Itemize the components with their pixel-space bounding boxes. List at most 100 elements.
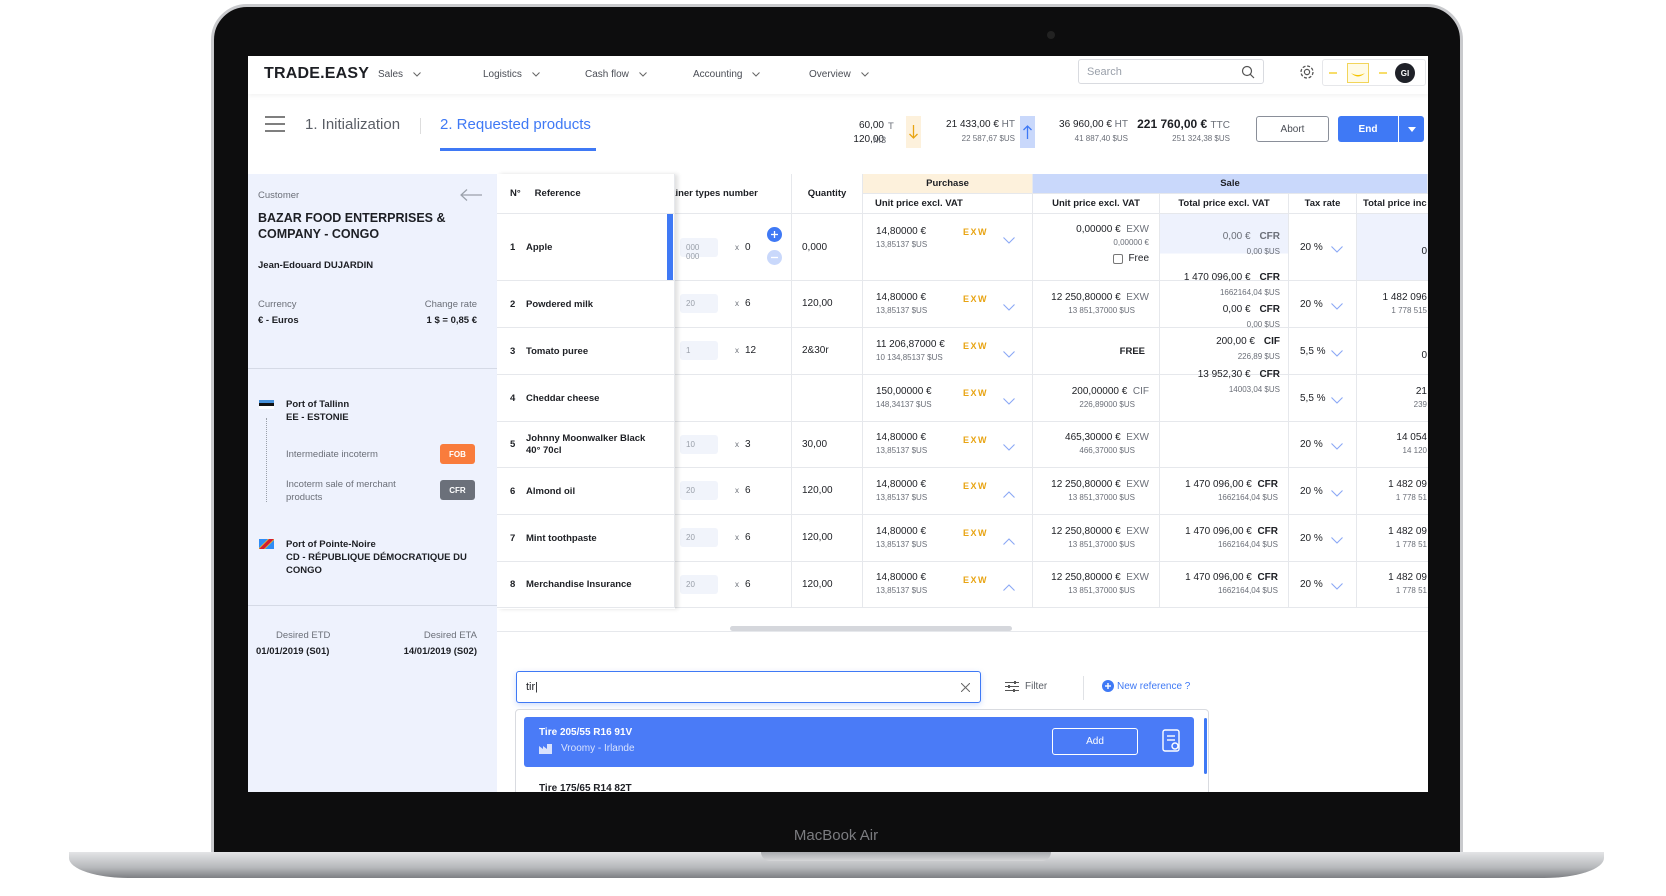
fob-badge[interactable]: FOB	[440, 444, 475, 464]
purchase-incoterm[interactable]: EXW	[963, 435, 988, 445]
nav-accounting[interactable]: Accounting	[693, 69, 761, 80]
end-button[interactable]: End	[1338, 116, 1398, 142]
cell-tax[interactable]: 20 %	[1289, 515, 1357, 561]
step-requested-products[interactable]: 2. Requested products	[440, 116, 591, 133]
divider	[420, 118, 421, 134]
chevron-up-icon[interactable]	[1003, 583, 1015, 594]
add-button[interactable]: Add	[1052, 728, 1138, 755]
chevron-down-icon[interactable]	[1331, 442, 1343, 453]
new-reference-link[interactable]: New reference ?	[1102, 680, 1190, 692]
cell-tax[interactable]: 20 %	[1289, 562, 1357, 607]
decrement-button[interactable]	[767, 250, 782, 265]
chevron-up-icon[interactable]	[1003, 537, 1015, 548]
cell-reference: 7 Mint toothpaste	[497, 515, 675, 561]
search-result-item[interactable]: Tire 175/65 R14 82T	[539, 783, 632, 792]
company-switcher[interactable]: GI	[1322, 59, 1426, 86]
factory-icon	[539, 743, 552, 754]
dropdown-scrollbar[interactable]	[1204, 718, 1207, 774]
purchase-incoterm[interactable]: EXW	[963, 481, 988, 491]
search-input[interactable]: Search	[1078, 59, 1264, 84]
filter-button[interactable]: Filter	[1005, 681, 1047, 692]
weight-value: 60,00	[858, 120, 884, 131]
clear-icon[interactable]	[961, 683, 970, 692]
nav-logistics[interactable]: Logistics	[483, 69, 540, 80]
sale-total-entry: 1 470 096,00 € CFR 1662164,04 $US	[1160, 267, 1280, 297]
total-incl-sub: 1 778 51	[1395, 586, 1427, 595]
chevron-down-icon[interactable]	[1331, 536, 1343, 547]
hamburger-icon[interactable]	[265, 116, 285, 137]
purchase-usd: 22 587,67 $US	[961, 134, 1015, 143]
purchase-incoterm[interactable]: EXW	[963, 388, 988, 398]
arrow-left-icon[interactable]	[460, 188, 482, 206]
app-logo[interactable]: TRADE.EASY	[264, 65, 369, 83]
cfr-badge[interactable]: CFR	[440, 480, 475, 500]
step-initialization[interactable]: 1. Initialization	[305, 116, 400, 133]
avatar[interactable]: GI	[1395, 63, 1415, 83]
total-incl-sub: 1 778 51	[1395, 539, 1427, 549]
purchase-incoterm[interactable]: EXW	[963, 341, 988, 351]
container-input[interactable]: 20	[680, 528, 718, 547]
abort-button[interactable]: Abort	[1256, 116, 1329, 142]
purchase-incoterm[interactable]: EXW	[963, 294, 988, 304]
cell-reference: 2 Powdered milk	[497, 281, 675, 327]
gear-icon[interactable]	[1298, 63, 1316, 86]
free-checkbox[interactable]: Free	[1113, 253, 1149, 264]
nav-cash-flow[interactable]: Cash flow	[585, 69, 647, 80]
chevron-down-icon[interactable]	[1331, 302, 1343, 313]
origin-country: EE - ESTONIE	[286, 412, 349, 423]
chevron-down-icon	[532, 69, 540, 80]
nav-overview[interactable]: Overview	[809, 69, 869, 80]
container-input[interactable]: 1	[680, 341, 718, 360]
table-row[interactable]: 8 Merchandise Insurance 20 x 6 120,00 14,…	[497, 562, 1428, 608]
container-input[interactable]: 10	[680, 435, 718, 454]
currency-value: € - Euros	[258, 315, 299, 326]
plus-circle-icon	[1102, 680, 1114, 692]
product-search-input[interactable]: tir|	[516, 671, 981, 703]
chevron-down-icon[interactable]	[1331, 349, 1343, 360]
chevron-up-icon[interactable]	[1003, 490, 1015, 501]
cell-tax[interactable]: 5,5 %	[1289, 328, 1357, 374]
cell-tax[interactable]: 5,5 %	[1289, 375, 1357, 421]
chevron-down-icon[interactable]	[1003, 303, 1015, 314]
nav-sales[interactable]: Sales	[378, 69, 421, 80]
total-eur: 0,00 €	[1222, 304, 1251, 315]
container-input[interactable]: 000 000	[680, 237, 718, 261]
chevron-down-icon[interactable]	[1331, 396, 1343, 407]
table-row[interactable]: 3 Tomato puree 1 x 12 2&30r 11 206,87000 …	[497, 328, 1428, 375]
end-options-button[interactable]	[1399, 116, 1424, 142]
times-sign: x	[735, 486, 739, 495]
header-sale: Sale	[1033, 174, 1428, 194]
table-row[interactable]: 6 Almond oil 20 x 6 120,00 14,80000 € 13,…	[497, 468, 1428, 515]
product-details-icon[interactable]	[1162, 729, 1182, 758]
container-input[interactable]: 20	[680, 575, 718, 594]
table-row[interactable]: 4 Cheddar cheese 150,00000 € 148,34137 $…	[497, 375, 1428, 422]
row-number: 7	[510, 532, 516, 544]
purchase-incoterm[interactable]: EXW	[963, 227, 988, 237]
header-sale-total: Total price excl. VAT	[1160, 194, 1289, 214]
chevron-down-icon[interactable]	[1003, 443, 1015, 454]
cell-tax[interactable]: 20 %	[1289, 422, 1357, 467]
table-row[interactable]: 2 Powdered milk 20 x 6 120,00 14,80000 € …	[497, 281, 1428, 328]
chevron-down-icon[interactable]	[1331, 245, 1343, 256]
chevron-down-icon	[860, 69, 869, 80]
chevron-down-icon[interactable]	[1003, 236, 1015, 247]
container-input[interactable]: 20	[680, 294, 718, 313]
purchase-incoterm[interactable]: EXW	[963, 575, 988, 585]
chevron-down-icon[interactable]	[1331, 489, 1343, 500]
laptop-base	[69, 852, 1604, 878]
search-result-item[interactable]: Tire 205/55 R16 91V Vroomy - Irlande Add	[524, 717, 1194, 767]
cell-tax[interactable]: 20 %	[1289, 214, 1357, 280]
table-row[interactable]: 1 Apple 000 000 x 0 0,000 14,80000 € 13,…	[497, 214, 1428, 281]
chevron-down-icon[interactable]	[1003, 397, 1015, 408]
cell-tax[interactable]: 20 %	[1289, 468, 1357, 514]
chevron-down-icon[interactable]	[1003, 350, 1015, 361]
purchase-incoterm[interactable]: EXW	[963, 528, 988, 538]
search-results-dropdown: Tire 205/55 R16 91V Vroomy - Irlande Add…	[515, 709, 1209, 792]
cell-tax[interactable]: 20 %	[1289, 281, 1357, 327]
container-input[interactable]: 20	[680, 481, 718, 500]
sale-total: 36 960,00 € HT 41 887,40 $US	[1043, 119, 1128, 143]
table-row[interactable]: 7 Mint toothpaste 20 x 6 120,00 14,80000 …	[497, 515, 1428, 562]
chevron-down-icon[interactable]	[1331, 582, 1343, 593]
increment-button[interactable]	[767, 227, 782, 242]
table-row[interactable]: 5 Johnny Moonwalker Black 40° 70cl 10 x …	[497, 422, 1428, 468]
